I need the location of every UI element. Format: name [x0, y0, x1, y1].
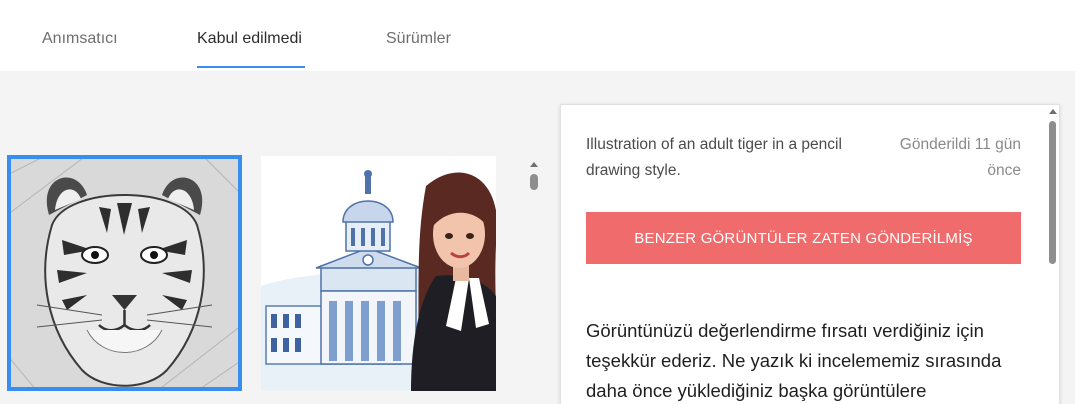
- gallery-scrollbar-thumb[interactable]: [530, 174, 538, 190]
- image-description: Illustration of an adult tiger in a penc…: [586, 136, 842, 179]
- panel-scroll-up-icon[interactable]: [1047, 106, 1059, 116]
- rejection-message: Görüntünüzü değerlendirme fırsatı verdiğ…: [586, 320, 1002, 401]
- tab-versions[interactable]: Sürümler: [386, 30, 451, 48]
- tab-not-accepted[interactable]: Kabul edilmedi: [197, 30, 302, 48]
- tiger-image: [7, 155, 242, 391]
- thumbnail-tiger[interactable]: [7, 155, 242, 391]
- thumbnail-lawyer[interactable]: [261, 156, 496, 391]
- submitted-time: Gönderildi 11 gün önce: [899, 136, 1021, 179]
- rejection-reason-banner: BENZER GÖRÜNTÜLER ZATEN GÖNDERİLMİŞ: [586, 212, 1021, 264]
- lawyer-image: [261, 156, 496, 391]
- detail-panel: Illustration of an adult tiger in a penc…: [560, 104, 1060, 404]
- gallery-scroll-up-icon[interactable]: [528, 159, 540, 169]
- panel-scrollbar-thumb[interactable]: [1049, 121, 1056, 264]
- tab-reminder[interactable]: Anımsatıcı: [42, 30, 118, 48]
- active-tab-indicator: [197, 66, 305, 68]
- tab-bar: Anımsatıcı Kabul edilmedi Sürümler: [0, 0, 1075, 71]
